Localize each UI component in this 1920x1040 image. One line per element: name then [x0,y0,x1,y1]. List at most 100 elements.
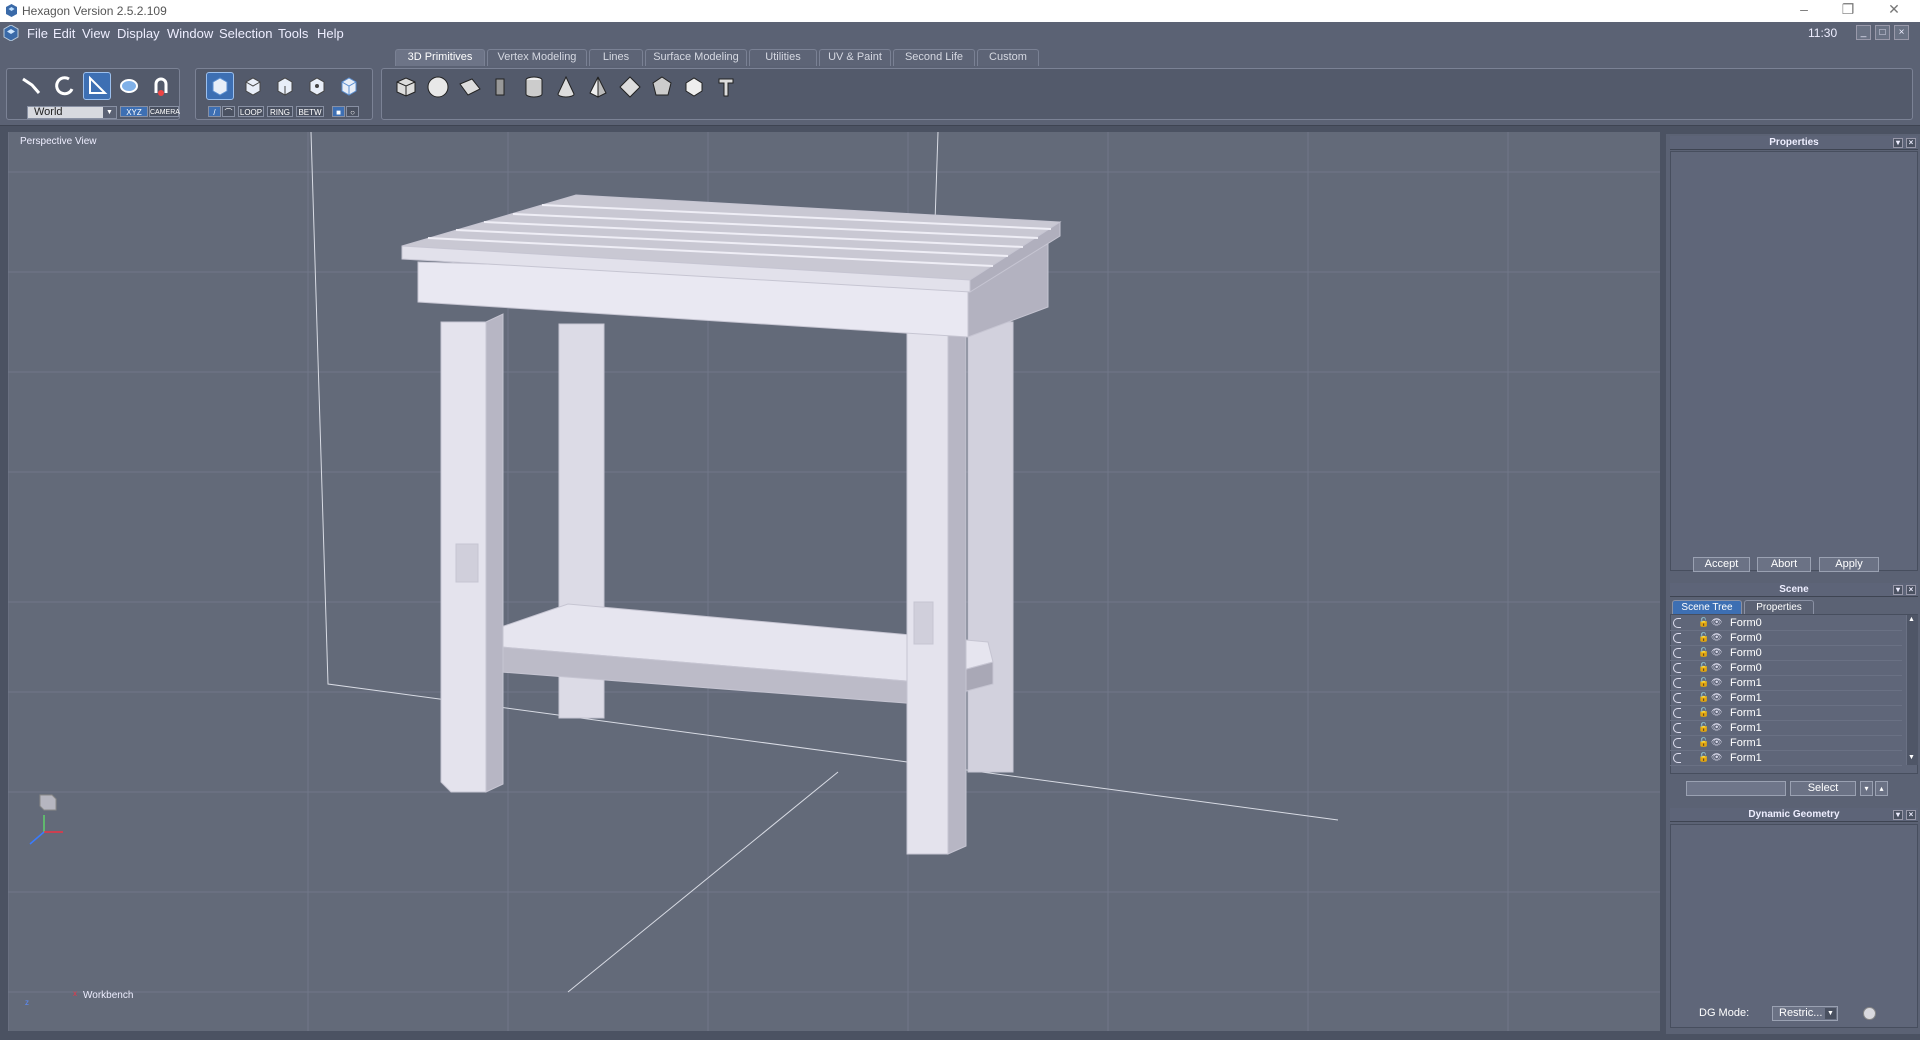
panel-menu-icon[interactable]: ▾ [1893,810,1903,820]
cone-primitive-icon[interactable] [552,73,580,101]
lock-icon[interactable]: 🔓 [1698,617,1709,628]
visibility-toggle-icon[interactable] [1673,738,1681,748]
lock-icon[interactable]: 🔓 [1698,647,1709,658]
panel-close-icon[interactable]: × [1906,585,1916,595]
scene-down-icon[interactable]: ▾ [1860,781,1873,796]
tab-second-life[interactable]: Second Life [893,49,975,66]
plane-primitive-icon[interactable] [456,73,484,101]
select-circle-icon[interactable]: ○ [346,106,359,117]
text-primitive-icon[interactable] [712,73,740,101]
eye-icon[interactable]: 👁 [1711,752,1722,763]
select-object-icon[interactable] [206,72,234,100]
visibility-toggle-icon[interactable] [1673,648,1681,658]
hexagon-logo-icon[interactable] [3,25,19,41]
visibility-toggle-icon[interactable] [1673,753,1681,763]
restore-button[interactable]: ❐ [1833,1,1863,18]
scene-item[interactable]: 🔓 👁 Form1 [1670,721,1902,736]
menu-display[interactable]: Display [117,26,160,41]
chevron-down-icon[interactable]: ▼ [1825,1008,1836,1019]
rotate-tool-icon[interactable] [51,72,79,100]
mdi-maximize-icon[interactable]: □ [1875,25,1890,40]
viewport-canvas[interactable] [8,132,1660,1031]
eye-icon[interactable]: 👁 [1711,647,1722,658]
panel-close-icon[interactable]: × [1906,810,1916,820]
octahedron-primitive-icon[interactable] [616,73,644,101]
workbench-model[interactable] [401,194,1062,855]
dg-mode-select[interactable]: Restric... ▼ [1772,1006,1838,1021]
scene-item[interactable]: 🔓 👁 Form1 [1670,736,1902,751]
menu-view[interactable]: View [82,26,110,41]
scroll-up-icon[interactable]: ▲ [1908,616,1915,623]
scene-item[interactable]: 🔓 👁 Form0 [1670,661,1902,676]
tab-3d-primitives[interactable]: 3D Primitives [395,49,485,66]
scene-item[interactable]: 🔓 👁 Form1 [1670,706,1902,721]
visibility-toggle-icon[interactable] [1673,633,1681,643]
abort-button[interactable]: Abort [1757,557,1811,572]
scene-item[interactable]: 🔓 👁 Form0 [1670,616,1902,631]
tab-lines[interactable]: Lines [589,49,643,66]
scroll-down-icon[interactable]: ▼ [1908,754,1915,761]
visibility-toggle-icon[interactable] [1673,663,1681,673]
panel-menu-icon[interactable]: ▾ [1893,585,1903,595]
visibility-toggle-icon[interactable] [1673,693,1681,703]
apply-button[interactable]: Apply [1819,557,1879,572]
visibility-toggle-icon[interactable] [1673,708,1681,718]
scale-tool-icon[interactable] [115,72,143,100]
scene-item[interactable]: 🔓 👁 Form0 [1670,631,1902,646]
lasso-select-icon[interactable]: ⌒ [222,106,235,117]
lock-icon[interactable]: 🔓 [1698,722,1709,733]
menu-window[interactable]: Window [167,26,213,41]
eye-icon[interactable]: 👁 [1711,707,1722,718]
lock-icon[interactable]: 🔓 [1698,737,1709,748]
perspective-viewport[interactable]: Perspective View Workbench x z [8,132,1660,1031]
pyramid-primitive-icon[interactable] [584,73,612,101]
select-auto-icon[interactable] [335,72,363,100]
menu-help[interactable]: Help [317,26,344,41]
visibility-toggle-icon[interactable] [1673,618,1681,628]
lock-icon[interactable]: 🔓 [1698,707,1709,718]
eye-icon[interactable]: 👁 [1711,677,1722,688]
select-mode-icon[interactable]: ■ [332,106,345,117]
tab-scene-tree[interactable]: Scene Tree [1672,600,1742,614]
cylinder-primitive-icon[interactable] [520,73,548,101]
universal-tool-icon[interactable] [83,72,111,100]
eye-icon[interactable]: 👁 [1711,617,1722,628]
xyz-toggle[interactable]: XYZ [120,106,148,117]
cube-primitive-icon[interactable] [392,73,420,101]
panel-close-icon[interactable]: × [1906,138,1916,148]
eye-icon[interactable]: 👁 [1711,692,1722,703]
sphere-primitive-icon[interactable] [424,73,452,101]
tab-vertex-modeling[interactable]: Vertex Modeling [487,49,587,66]
scene-item[interactable]: 🔓 👁 Form1 [1670,751,1902,766]
loop-button[interactable]: LOOP [238,106,264,117]
select-face-icon[interactable] [239,72,267,100]
close-button[interactable]: ✕ [1879,1,1909,18]
move-tool-icon[interactable] [17,72,45,100]
tab-uv-paint[interactable]: UV & Paint [819,49,891,66]
dg-toggle-icon[interactable] [1863,1007,1876,1020]
paint-select-icon[interactable]: / [208,106,221,117]
mdi-minimize-icon[interactable]: _ [1856,25,1871,40]
scene-item[interactable]: 🔓 👁 Form0 [1670,646,1902,661]
camera-toggle[interactable]: CAMERA [149,106,180,117]
mdi-close-icon[interactable]: × [1894,25,1909,40]
scene-search-input[interactable] [1686,781,1786,796]
select-edge-icon[interactable] [271,72,299,100]
scene-up-icon[interactable]: ▴ [1875,781,1888,796]
between-button[interactable]: BETW [296,106,324,117]
menu-selection[interactable]: Selection [219,26,272,41]
grid-plane-icon[interactable] [488,73,516,101]
dodecahedron-primitive-icon[interactable] [648,73,676,101]
accept-button[interactable]: Accept [1693,557,1750,572]
lock-icon[interactable]: 🔓 [1698,692,1709,703]
select-button[interactable]: Select [1790,781,1856,796]
scene-item[interactable]: 🔓 👁 Form1 [1670,691,1902,706]
menu-tools[interactable]: Tools [278,26,308,41]
lock-icon[interactable]: 🔓 [1698,632,1709,643]
tab-custom[interactable]: Custom [977,49,1039,66]
eye-icon[interactable]: 👁 [1711,632,1722,643]
tab-surface-modeling[interactable]: Surface Modeling [645,49,747,66]
tab-scene-properties[interactable]: Properties [1744,600,1814,614]
lock-icon[interactable]: 🔓 [1698,752,1709,763]
tab-utilities[interactable]: Utilities [749,49,817,66]
